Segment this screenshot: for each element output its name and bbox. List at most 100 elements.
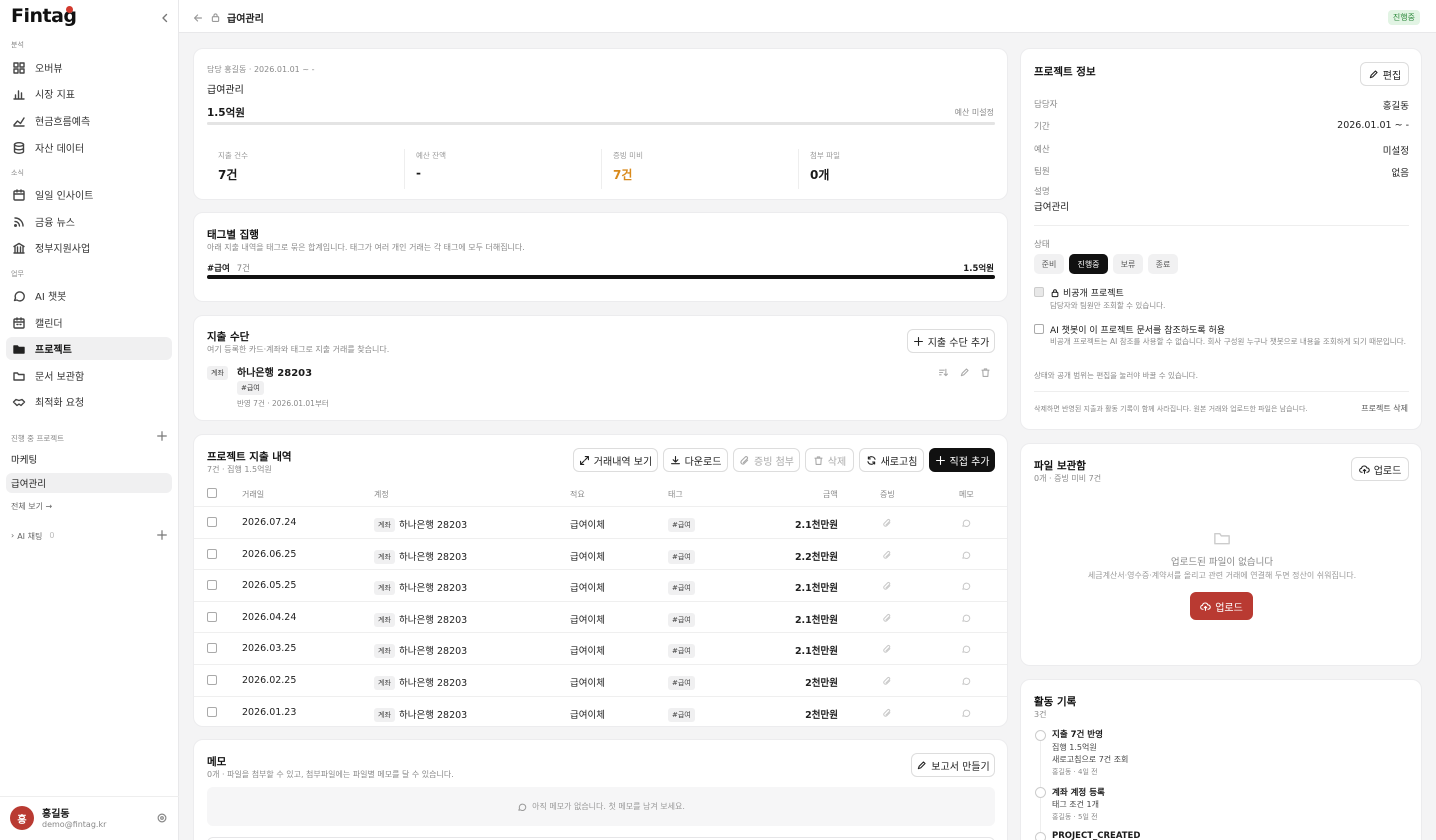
attach-evidence-icon[interactable]: [882, 644, 892, 654]
private-label-text: 비공개 프로젝트: [1063, 289, 1124, 299]
stat-value: 7건: [613, 168, 633, 182]
page-title: 급여관리: [227, 14, 264, 25]
ai-chat-group[interactable]: › AI 채팅 0: [11, 531, 54, 542]
sidebar-item-assets[interactable]: 자산 데이터: [6, 136, 172, 159]
download-button[interactable]: 다운로드: [663, 448, 728, 472]
row-checkbox[interactable]: [207, 611, 217, 622]
add-payment-method-button[interactable]: 지출 수단 추가: [907, 329, 995, 353]
row-checkbox[interactable]: [207, 548, 217, 559]
row-checkbox[interactable]: [207, 706, 217, 717]
cell-amount: 2.1천만원: [794, 583, 838, 595]
attach-evidence-icon[interactable]: [882, 708, 892, 718]
table-row[interactable]: 2026.04.24 계좌 하나은행 28203 급여이체 #급여 2.1천만원: [194, 600, 1007, 633]
info-key: 담당자: [1034, 100, 1058, 110]
row-checkbox[interactable]: [207, 643, 217, 654]
refresh-button[interactable]: 새로고침: [859, 448, 924, 472]
sidebar-item-daily-insight[interactable]: 일일 인사이트: [6, 183, 172, 206]
project-item-payroll[interactable]: 급여관리: [6, 473, 172, 493]
add-note-icon[interactable]: [961, 644, 971, 654]
info-row-period: 기간 2026.01.01 ~ -: [1034, 120, 1409, 132]
view-transactions-button[interactable]: 거래내역 보기: [573, 448, 658, 472]
divider: [1034, 225, 1409, 226]
add-project-icon[interactable]: [156, 430, 168, 442]
add-note-icon[interactable]: [961, 518, 971, 528]
row-checkbox[interactable]: [207, 580, 217, 591]
sidebar-item-overview[interactable]: 오버뷰: [6, 56, 172, 79]
method-meta: 반영 7건 · 2026.01.01부터: [237, 399, 329, 408]
table-row[interactable]: 2026.03.25 계좌 하나은행 28203 급여이체 #급여 2.1천만원: [194, 632, 1007, 664]
status-option-ready[interactable]: 준비: [1034, 254, 1064, 274]
sidebar-item-ai-chatbot[interactable]: AI 챗봇: [6, 284, 172, 307]
select-all-checkbox[interactable]: [207, 488, 217, 498]
cloud-upload-icon: [1200, 601, 1211, 612]
table-row[interactable]: 2026.07.24 계좌 하나은행 28203 급여이체 #급여 2.1천만원: [194, 506, 1007, 538]
ai-reference-checkbox[interactable]: [1034, 324, 1044, 334]
tag-count: 7건: [236, 264, 250, 274]
cell-account-type: 계좌: [374, 518, 395, 532]
attach-evidence-icon[interactable]: [882, 581, 892, 591]
edit-project-button[interactable]: 편집: [1360, 62, 1409, 86]
attach-evidence-icon[interactable]: [882, 676, 892, 686]
user-email: demo@fintag.kr: [42, 820, 107, 829]
sidebar-item-cashflow[interactable]: 현금흐름예측: [6, 109, 172, 132]
activity-title: 활동 기록: [1034, 696, 1077, 708]
row-checkbox[interactable]: [207, 517, 217, 527]
table-row[interactable]: 2026.06.25 계좌 하나은행 28203 급여이체 #급여 2.2천만원: [194, 537, 1007, 570]
info-value: 홍길동: [1382, 101, 1409, 112]
attach-evidence-icon[interactable]: [882, 518, 892, 528]
sort-icon[interactable]: [938, 367, 949, 378]
attach-evidence-button[interactable]: 증빙 첨부: [733, 448, 800, 472]
sidebar-item-optimization[interactable]: 최적화 요청: [6, 390, 172, 413]
sidebar-item-market[interactable]: 시장 지표: [6, 82, 172, 105]
file-storage-sub: 0개 · 증빙 미비 7건: [1034, 474, 1102, 483]
add-note-icon[interactable]: [961, 708, 971, 718]
activity-card: 활동 기록 3건 지출 7건 반영 집행 1.5억원 새로고침으로 7건 조회 …: [1020, 679, 1422, 840]
row-checkbox[interactable]: [207, 675, 217, 685]
add-note-icon[interactable]: [961, 550, 971, 560]
sidebar-item-calendar[interactable]: 캘린더: [6, 311, 172, 334]
table-row[interactable]: 2026.02.25 계좌 하나은행 28203 급여이체 #급여 2천만원: [194, 664, 1007, 696]
upload-button[interactable]: 업로드: [1351, 457, 1409, 481]
attach-evidence-icon[interactable]: [882, 550, 892, 560]
table-row[interactable]: 2026.01.23 계좌 하나은행 28203 급여이체 #급여 2천만원: [194, 695, 1007, 726]
cell-account-type: 계좌: [374, 549, 395, 564]
delete-project-link[interactable]: 프로젝트 삭제: [1361, 403, 1408, 414]
delete-button[interactable]: 삭제: [805, 448, 854, 472]
project-item-marketing[interactable]: 마케팅: [6, 449, 172, 469]
edit-icon[interactable]: [959, 367, 970, 378]
add-note-icon[interactable]: [961, 613, 971, 623]
trash-icon[interactable]: [980, 367, 991, 378]
add-note-icon[interactable]: [961, 581, 971, 591]
back-arrow-icon[interactable]: [192, 12, 204, 24]
private-checkbox[interactable]: [1034, 287, 1044, 297]
status-option-in-progress[interactable]: 진행중: [1069, 254, 1108, 274]
sidebar-item-label: 일일 인사이트: [35, 191, 94, 202]
tag-label: #급여: [207, 264, 230, 274]
file-storage-card: 파일 보관함 0개 · 증빙 미비 7건 업로드 업로드된 파일이 없습니다 세…: [1020, 443, 1422, 666]
status-option-hold[interactable]: 보류: [1113, 254, 1143, 274]
sidebar-item-finance-news[interactable]: 금융 뉴스: [6, 210, 172, 233]
table-row[interactable]: 2026.05.25 계좌 하나은행 28203 급여이체 #급여 2.1천만원: [194, 569, 1007, 601]
add-ai-chat-icon[interactable]: [156, 529, 168, 541]
sidebar-item-gov-support[interactable]: 정부지원사업: [6, 236, 172, 259]
settings-icon[interactable]: [156, 812, 168, 824]
chat-bubble-icon: [517, 802, 527, 812]
cell-account: 하나은행 28203: [399, 520, 468, 531]
private-label: 비공개 프로젝트: [1050, 286, 1124, 299]
method-name: 하나은행 28203: [237, 368, 313, 379]
add-expense-button[interactable]: 직접 추가: [929, 448, 995, 472]
view-all-projects-link[interactable]: 전체 보기 →: [11, 501, 52, 512]
cell-date: 2026.03.25: [242, 643, 297, 655]
status-option-done[interactable]: 종료: [1148, 254, 1178, 274]
collapse-sidebar-icon[interactable]: [158, 11, 172, 25]
add-note-icon[interactable]: [961, 676, 971, 686]
sidebar-item-documents[interactable]: 문서 보관함: [6, 364, 172, 387]
stats-row: 지출 건수 7건 예산 잔액 - 증빙 미비 7건 첨부 파일 0개: [207, 49, 995, 201]
create-report-button[interactable]: 보고서 만들기: [911, 753, 995, 777]
user-profile[interactable]: 홍 홍길동 demo@fintag.kr: [0, 796, 179, 840]
activity-item-title: PROJECT_CREATED: [1052, 831, 1141, 840]
sidebar-item-projects[interactable]: 프로젝트: [6, 337, 172, 360]
upload-cta-button[interactable]: 업로드: [1190, 592, 1253, 620]
attach-evidence-icon[interactable]: [882, 613, 892, 623]
column-header-note: 메모: [959, 490, 974, 499]
